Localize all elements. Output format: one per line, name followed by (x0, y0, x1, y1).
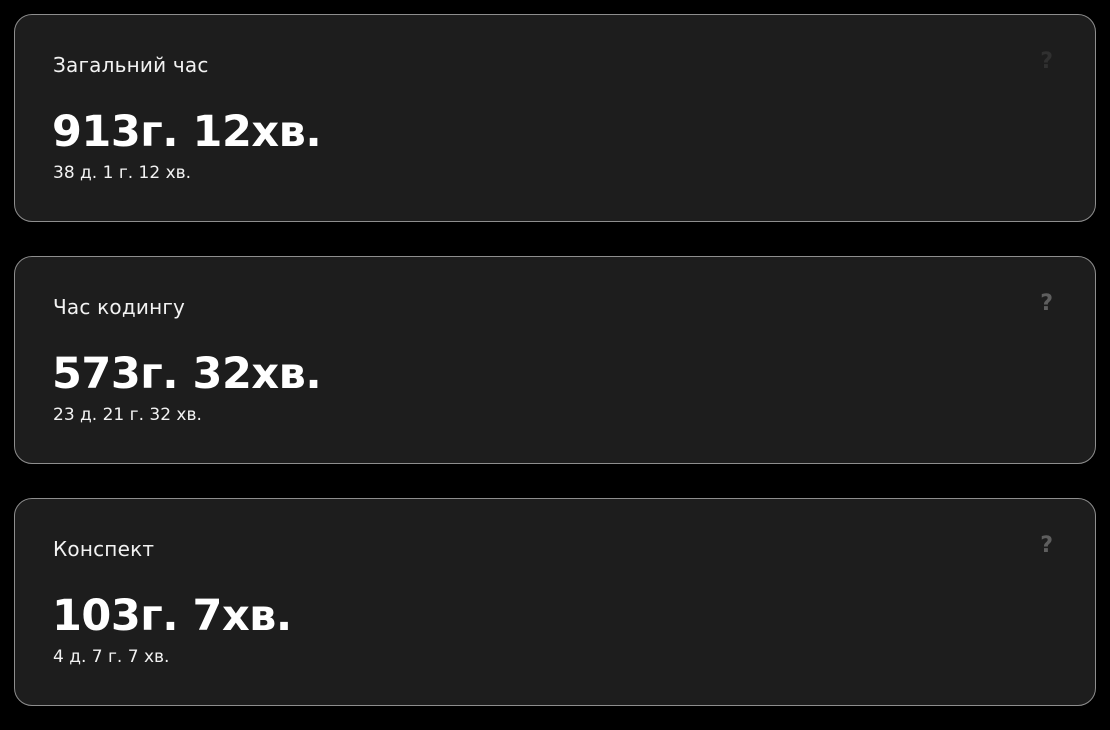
card-title: Час кодингу (53, 295, 186, 319)
stat-card-coding-time: Час кодингу ? 573г. 32хв. 23 д. 21 г. 32… (14, 256, 1096, 464)
stat-card-total-time: Загальний час ? 913г. 12хв. 38 д. 1 г. 1… (14, 14, 1096, 222)
card-value: 103г. 7хв. (52, 591, 292, 641)
card-detail: 38 д. 1 г. 12 хв. (53, 163, 192, 183)
card-title: Загальний час (53, 53, 209, 77)
card-value: 913г. 12хв. (52, 107, 322, 157)
help-icon[interactable]: ? (1040, 293, 1053, 315)
help-icon[interactable]: ? (1040, 51, 1053, 73)
card-detail: 4 д. 7 г. 7 хв. (53, 647, 170, 667)
help-icon[interactable]: ? (1040, 535, 1053, 557)
card-detail: 23 д. 21 г. 32 хв. (53, 405, 202, 425)
card-title: Конспект (53, 537, 155, 561)
card-value: 573г. 32хв. (52, 349, 322, 399)
stat-card-notes: Конспект ? 103г. 7хв. 4 д. 7 г. 7 хв. (14, 498, 1096, 706)
